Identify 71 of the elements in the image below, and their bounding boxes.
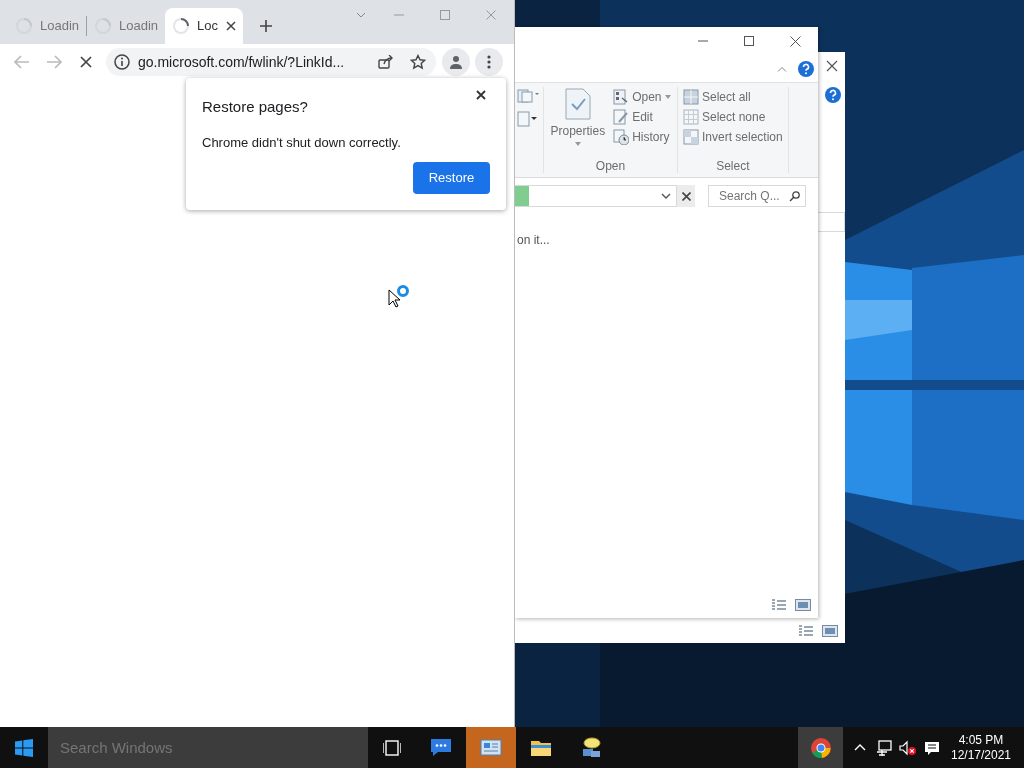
ribbon-button[interactable]: Select all (681, 87, 785, 107)
details-view-icon (798, 625, 814, 637)
search-icon (789, 190, 800, 202)
thumbnail-view-icon (795, 599, 811, 611)
search-field[interactable]: Search Windows (48, 727, 368, 768)
dialog-message: Chrome didn't shut down correctly. (202, 133, 402, 152)
browser-tab[interactable]: Loadin (8, 8, 86, 44)
ribbon-button[interactable]: Select none (681, 107, 785, 127)
close-icon (681, 191, 691, 201)
menu-button[interactable] (475, 48, 503, 76)
url-text: go.microsoft.com/fwlink/?LinkId... (138, 52, 345, 72)
chevron-icon (356, 12, 366, 18)
close-icon (789, 35, 801, 47)
ribbon-button[interactable]: Edit (611, 107, 673, 127)
thumbnail-view-icon (822, 625, 838, 637)
chrome-icon (808, 735, 833, 760)
kebab-icon (487, 55, 491, 69)
search-field[interactable]: Search Q... (708, 185, 806, 207)
document-check-icon (564, 88, 591, 120)
history-icon (613, 129, 630, 145)
open-icon (613, 89, 630, 105)
close-icon (486, 10, 496, 20)
dialog-title: Restore pages? (202, 97, 308, 117)
clock[interactable]: 4:05 PM 12/17/2021 (944, 727, 1018, 768)
taskbar-app-button[interactable] (798, 727, 843, 768)
ribbon-button[interactable]: Open (611, 87, 673, 107)
profile-button[interactable] (442, 48, 470, 76)
ribbon-button[interactable]: Invert selection (681, 127, 785, 147)
close-icon (80, 56, 92, 68)
spinner-icon (16, 18, 32, 34)
grid-icon (683, 129, 699, 145)
windows-logo-icon (15, 738, 33, 757)
caret-icon (854, 744, 866, 751)
group-label: Select (716, 158, 750, 175)
details-view-icon (771, 599, 787, 611)
maximize-icon (440, 10, 450, 20)
network-icon (876, 739, 892, 756)
grid-icon (683, 109, 699, 125)
clear-button[interactable] (677, 185, 695, 207)
ribbon-button[interactable]: History (611, 127, 673, 147)
edit-icon (613, 109, 630, 125)
browser-tab[interactable]: Loadin (87, 8, 165, 44)
star-icon (410, 54, 426, 70)
notification-icon (924, 739, 940, 756)
maximize-icon (744, 36, 754, 46)
close-icon (826, 60, 838, 72)
share-icon (378, 55, 394, 69)
browser-tab[interactable]: Loc (165, 8, 243, 44)
address-field[interactable] (515, 185, 677, 207)
grid-icon (683, 89, 699, 105)
restore-button[interactable]: Restore (413, 162, 490, 194)
caret-icon (777, 65, 787, 72)
close-icon (476, 90, 486, 100)
chevron-icon (661, 193, 671, 199)
help-icon (798, 60, 814, 77)
caret-icon (574, 142, 581, 146)
spinner-icon (95, 18, 111, 34)
forward-arrow-icon (46, 55, 62, 69)
task-view-icon (383, 739, 401, 756)
properties-button[interactable]: Properties (548, 87, 608, 157)
address-bar[interactable]: go.microsoft.com/fwlink/?LinkId... (106, 48, 436, 76)
content-text: on it... (517, 232, 550, 249)
person-icon (449, 55, 463, 69)
info-icon (114, 54, 130, 70)
spinner-icon (173, 18, 189, 34)
group-label: Open (595, 158, 626, 175)
plus-icon (260, 20, 272, 32)
help-icon (825, 87, 841, 103)
close-icon (225, 21, 236, 31)
caret-icon (664, 95, 671, 99)
back-arrow-icon (14, 55, 30, 69)
